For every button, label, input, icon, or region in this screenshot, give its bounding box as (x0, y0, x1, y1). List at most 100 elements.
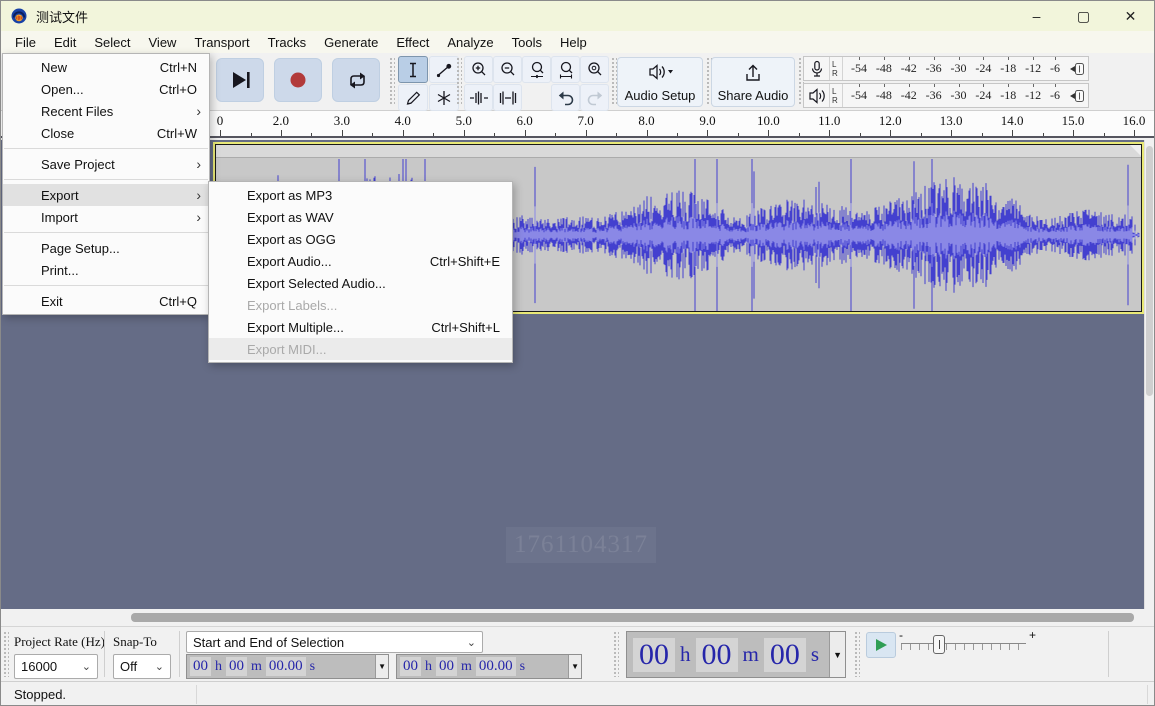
selection-end-field[interactable]: 00 h 00 m 00.00 s ▼ (396, 654, 582, 679)
horizontal-scrollbar-thumb[interactable] (131, 613, 1134, 622)
loop-icon (350, 72, 365, 89)
menubar-item-effect[interactable]: Effect (387, 33, 438, 52)
menu-item-new[interactable]: New Ctrl+N (3, 56, 209, 78)
menubar-item-analyze[interactable]: Analyze (438, 33, 502, 52)
zoom-toggle-button[interactable] (580, 56, 609, 83)
selection-tool-button[interactable] (398, 56, 428, 83)
time-digits[interactable]: 00 (763, 637, 806, 672)
dropdown-arrow-icon[interactable]: ▼ (375, 655, 388, 678)
close-button[interactable]: ✕ (1107, 1, 1154, 31)
playback-speed-slider[interactable] (901, 643, 1026, 650)
time-unit[interactable]: h (212, 659, 225, 675)
playback-speed-handle[interactable] (933, 635, 945, 654)
time-unit[interactable]: m (740, 642, 762, 667)
menu-item-export-as-ogg[interactable]: Export as OGG (209, 228, 512, 250)
menu-item-export-audio[interactable]: Export Audio... Ctrl+Shift+E (209, 250, 512, 272)
time-unit[interactable]: s (808, 642, 822, 667)
menubar-item-view[interactable]: View (140, 33, 186, 52)
time-unit[interactable]: m (458, 659, 475, 675)
dropdown-arrow-icon[interactable]: ▼ (829, 632, 845, 677)
time-digits[interactable]: 00 (190, 657, 211, 676)
menu-item-export-as-mp3[interactable]: Export as MP3 (209, 184, 512, 206)
audio-position-display[interactable]: 00 h 00 m 00 s ▼ (626, 631, 846, 678)
share-audio-button[interactable]: Share Audio (711, 57, 795, 107)
vertical-scrollbar[interactable] (1144, 140, 1154, 609)
menu-item-label: Export as WAV (247, 209, 334, 225)
time-digits[interactable]: 00 (436, 657, 457, 676)
play-at-speed-button[interactable] (866, 632, 896, 658)
silence-audio-button[interactable] (493, 84, 522, 111)
time-unit[interactable]: s (517, 659, 528, 675)
horizontal-scrollbar[interactable] (1, 609, 1154, 626)
time-unit[interactable]: s (307, 659, 318, 675)
time-unit[interactable]: m (248, 659, 265, 675)
menu-item-import[interactable]: Import › (3, 206, 209, 228)
selection-start-field[interactable]: 00 h 00 m 00.00 s ▼ (186, 654, 389, 679)
play-button[interactable] (216, 58, 264, 102)
zoom-in-button[interactable] (464, 56, 493, 83)
envelope-tool-button[interactable] (429, 56, 459, 83)
menu-item-page-setup[interactable]: Page Setup... (3, 237, 209, 259)
playback-meter[interactable]: LR -54 -48 -42 -36 -30 -24 -18 -12 -6 (803, 83, 1089, 108)
menu-item-print[interactable]: Print... (3, 259, 209, 281)
menubar-item-tools[interactable]: Tools (503, 33, 551, 52)
selection-mode-select[interactable]: Start and End of Selection ⌄ (186, 631, 483, 653)
toolbar-grip[interactable] (389, 57, 395, 106)
playback-volume-slider[interactable] (1066, 84, 1088, 107)
record-button[interactable] (274, 58, 322, 102)
zoom-selection-button[interactable] (522, 56, 551, 83)
time-unit[interactable]: h (422, 659, 435, 675)
time-digits[interactable]: 00 (226, 657, 247, 676)
meter-scale-number: -42 (900, 84, 917, 102)
vertical-scrollbar-thumb[interactable] (1146, 146, 1153, 396)
recording-meter[interactable]: LR -54 -48 -42 -36 -30 -24 -18 -12 -6 (803, 56, 1089, 81)
clip-header[interactable] (216, 145, 1141, 158)
snap-to-select[interactable]: Off ⌄ (113, 654, 171, 679)
toolbar-grip[interactable] (3, 631, 9, 677)
menubar-item-select[interactable]: Select (85, 33, 139, 52)
menu-item-export-as-wav[interactable]: Export as WAV (209, 206, 512, 228)
menubar-item-file[interactable]: File (6, 33, 45, 52)
menubar-item-edit[interactable]: Edit (45, 33, 85, 52)
undo-button[interactable] (551, 84, 580, 111)
meter-scale-number: -30 (950, 84, 967, 102)
project-rate-select[interactable]: 16000 ⌄ (14, 654, 98, 679)
menu-item-exit[interactable]: Exit Ctrl+Q (3, 290, 209, 312)
fit-project-button[interactable] (551, 56, 580, 83)
menu-item-export-selected-audio[interactable]: Export Selected Audio... (209, 272, 512, 294)
menu-item-close[interactable]: Close Ctrl+W (3, 122, 209, 144)
maximize-button[interactable]: ▢ (1060, 1, 1107, 31)
time-digits[interactable]: 00 (633, 637, 675, 672)
trim-audio-button[interactable] (464, 84, 493, 111)
menu-item-export[interactable]: Export › (3, 184, 209, 206)
ruler-label: 11.0 (818, 113, 841, 128)
toolbar-grip[interactable] (613, 631, 619, 677)
menubar-item-generate[interactable]: Generate (315, 33, 387, 52)
dropdown-arrow-icon[interactable]: ▼ (568, 655, 581, 678)
time-digits[interactable]: 00 (695, 637, 738, 672)
time-digits[interactable]: 00.00 (265, 657, 306, 676)
toolbar-grip[interactable] (854, 631, 860, 677)
menu-item-open[interactable]: Open... Ctrl+O (3, 78, 209, 100)
time-unit[interactable]: h (677, 642, 694, 667)
ruler-tick (768, 130, 770, 136)
ruler-label: 8.0 (638, 113, 655, 128)
audio-setup-button[interactable]: Audio Setup (617, 57, 703, 107)
menubar-item-help[interactable]: Help (551, 33, 596, 52)
minimize-button[interactable]: – (1013, 1, 1060, 31)
menubar-item-transport[interactable]: Transport (185, 33, 258, 52)
menu-item-recent-files[interactable]: Recent Files › (3, 100, 209, 122)
draw-tool-button[interactable] (398, 84, 428, 111)
toolbar-grip[interactable] (456, 57, 462, 106)
recording-volume-slider[interactable] (1066, 57, 1088, 80)
multi-tool-button[interactable] (429, 84, 459, 111)
menu-item-save-project[interactable]: Save Project › (3, 153, 209, 175)
menubar-item-tracks[interactable]: Tracks (259, 33, 316, 52)
time-digits[interactable]: 00.00 (475, 657, 516, 676)
time-digits[interactable]: 00 (400, 657, 421, 676)
menu-item-export-multiple[interactable]: Export Multiple... Ctrl+Shift+L (209, 316, 512, 338)
zoom-out-button[interactable] (493, 56, 522, 83)
ruler-label: 2.0 (272, 113, 290, 128)
loop-button[interactable] (332, 58, 380, 102)
ruler-tick (859, 133, 861, 136)
